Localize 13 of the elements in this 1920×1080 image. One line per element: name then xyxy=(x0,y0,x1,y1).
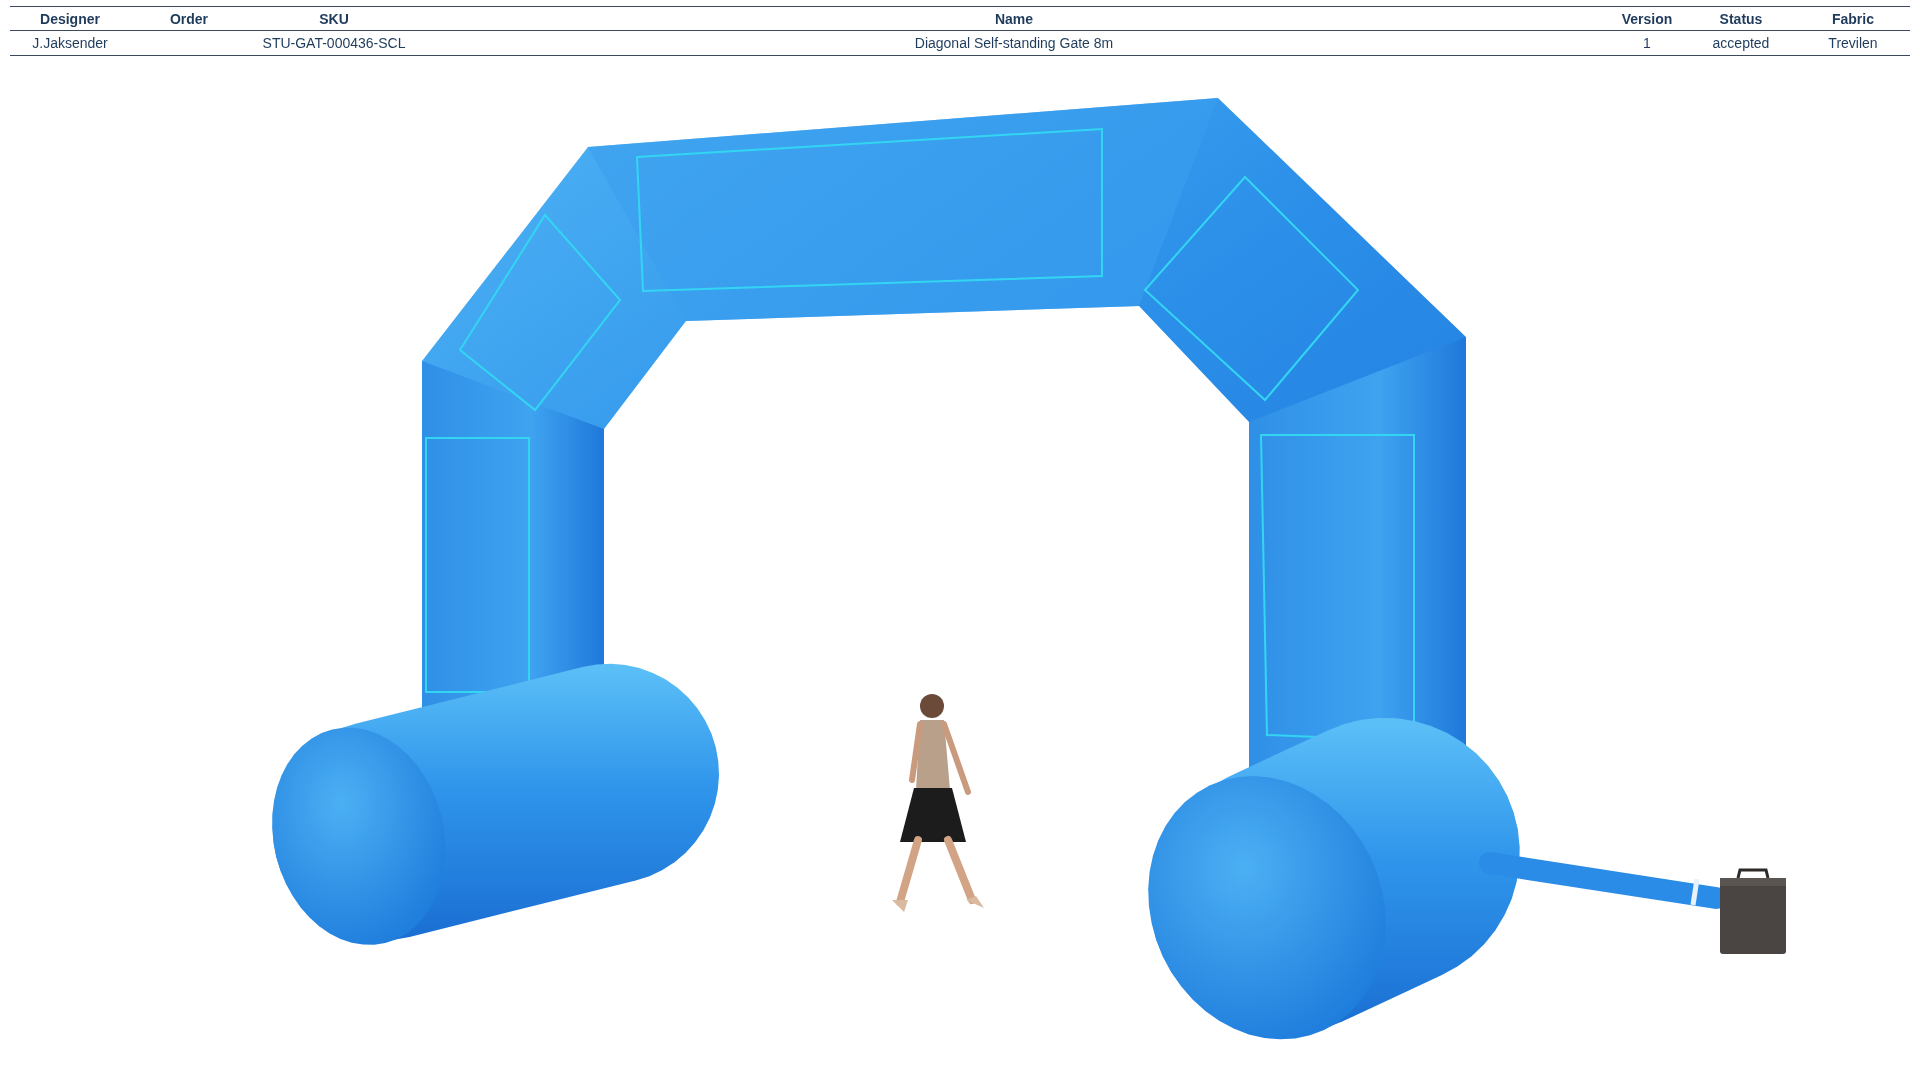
column-header: Status xyxy=(1719,10,1763,27)
table-cell: accepted xyxy=(1712,35,1770,51)
table-cell: Trevilen xyxy=(1828,35,1878,51)
column-header: Version xyxy=(1621,10,1673,27)
column-header: Order xyxy=(169,10,209,27)
table-cell: STU-GAT-000436-SCL xyxy=(262,35,406,51)
column-header: Fabric xyxy=(1832,10,1874,27)
table-cell: J.Jaksender xyxy=(32,35,108,51)
column-header: SKU xyxy=(319,10,349,27)
table-cell: Diagonal Self-standing Gate 8m xyxy=(914,35,1114,51)
table-cell: 1 xyxy=(1643,35,1651,51)
column-header: Designer xyxy=(40,10,100,27)
column-header: Name xyxy=(994,10,1034,27)
